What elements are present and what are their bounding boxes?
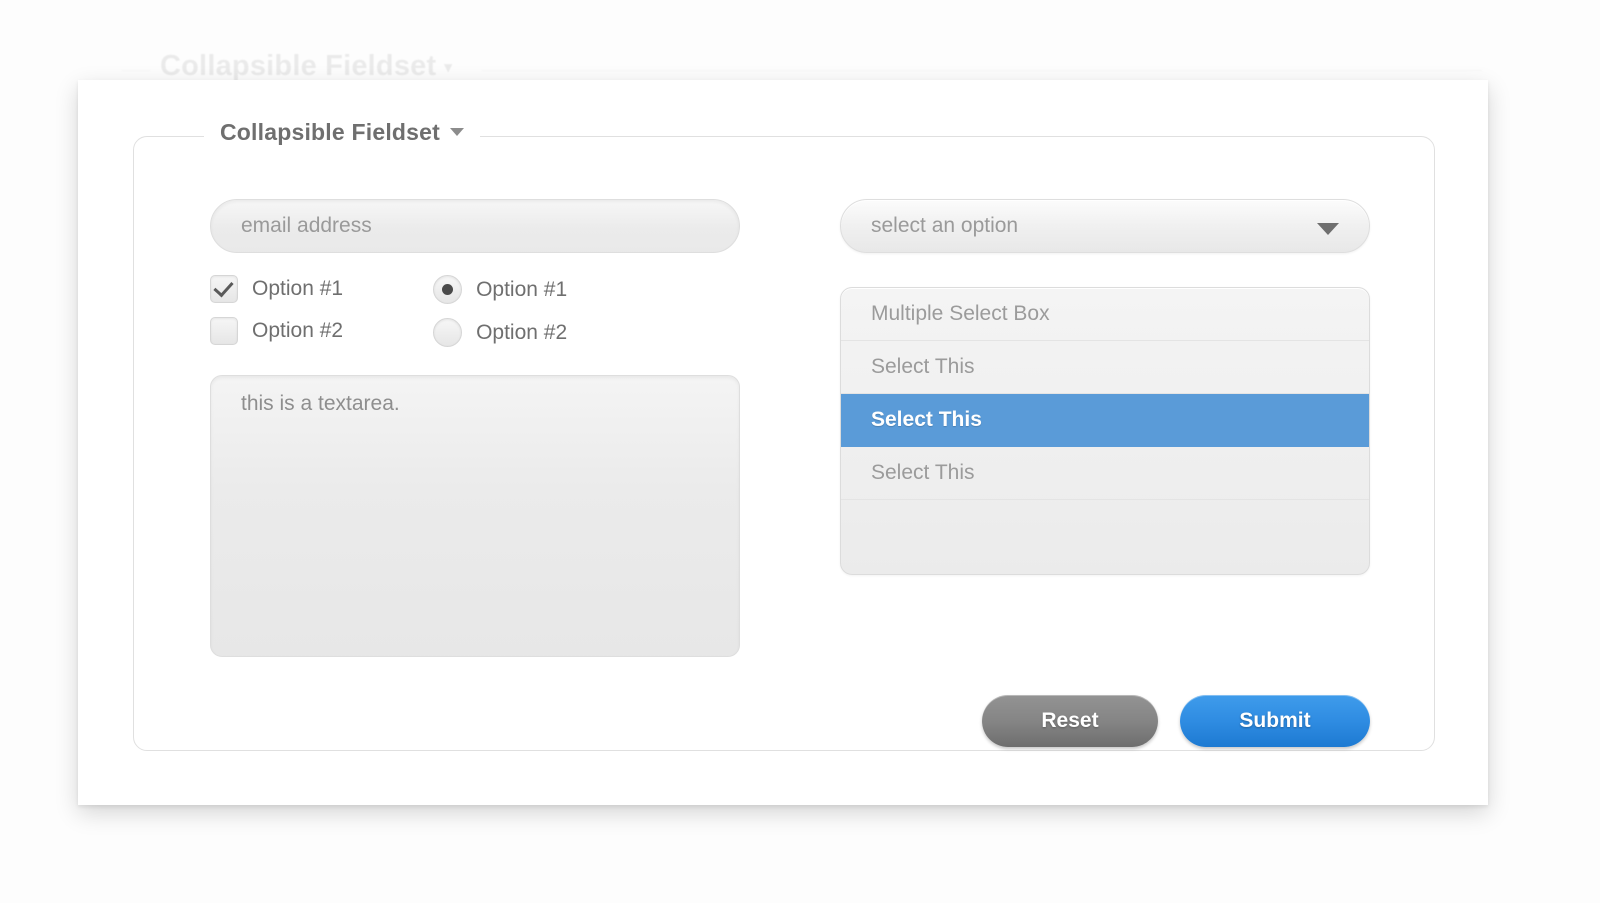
- checkbox-option-2[interactable]: Option #2: [210, 317, 343, 345]
- radio-selected-icon[interactable]: [433, 275, 463, 304]
- multiselect-option-selected[interactable]: Select This: [841, 394, 1369, 447]
- reset-button[interactable]: Reset: [982, 695, 1158, 747]
- radio-unselected-icon[interactable]: [433, 318, 463, 347]
- checkbox-label: Option #1: [252, 277, 344, 300]
- multiselect-option[interactable]: Select This: [841, 447, 1369, 500]
- ghost-legend-rule-left: [122, 70, 150, 71]
- radio-option-1[interactable]: Option #1: [433, 275, 567, 304]
- ghost-fieldset-legend: Collapsible Fieldset ▾: [160, 50, 452, 83]
- ghost-caret-icon: ▾: [444, 59, 453, 77]
- fieldset-body: Option #1 Option #2 Option #1: [134, 137, 1434, 750]
- submit-button[interactable]: Submit: [1180, 695, 1370, 747]
- checkbox-label: Option #2: [252, 319, 344, 342]
- option-select[interactable]: select an option: [840, 199, 1370, 253]
- form-card: Collapsible Fieldset Option #1: [78, 80, 1488, 805]
- screen-root: Collapsible Fieldset ▾ Collapsible Fields…: [0, 0, 1600, 903]
- triangle-down-icon[interactable]: [1317, 223, 1339, 235]
- radio-group: Option #1 Option #2: [433, 275, 567, 347]
- message-textarea[interactable]: [210, 375, 740, 657]
- chevron-down-icon[interactable]: [450, 127, 464, 136]
- ghost-legend-rule-right: [482, 70, 1482, 71]
- multiselect-option[interactable]: Select This: [841, 341, 1369, 394]
- multiselect-option[interactable]: Multiple Select Box: [841, 288, 1369, 341]
- email-input[interactable]: [210, 199, 740, 253]
- checkbox-group: Option #1 Option #2: [210, 275, 343, 347]
- multiple-select-box[interactable]: Multiple Select Box Select This Select T…: [840, 287, 1370, 575]
- checkbox-option-1[interactable]: Option #1: [210, 275, 343, 303]
- radio-label: Option #2: [476, 320, 568, 344]
- checkbox-checked-icon[interactable]: [210, 275, 238, 303]
- form-actions: Reset Submit: [840, 695, 1370, 747]
- radio-label: Option #1: [476, 277, 568, 301]
- multiselect-option-empty[interactable]: [841, 500, 1369, 574]
- option-select-value: select an option: [871, 214, 1019, 237]
- checkbox-unchecked-icon[interactable]: [210, 317, 238, 345]
- radio-option-2[interactable]: Option #2: [433, 318, 567, 347]
- left-column: Option #1 Option #2 Option #1: [210, 199, 740, 662]
- right-column: select an option Multiple Select Box Sel…: [840, 199, 1370, 575]
- collapsible-fieldset: Collapsible Fieldset Option #1: [133, 119, 1435, 751]
- ghost-legend-label: Collapsible Fieldset: [160, 50, 437, 82]
- choice-group: Option #1 Option #2 Option #1 Option #2: [210, 275, 740, 347]
